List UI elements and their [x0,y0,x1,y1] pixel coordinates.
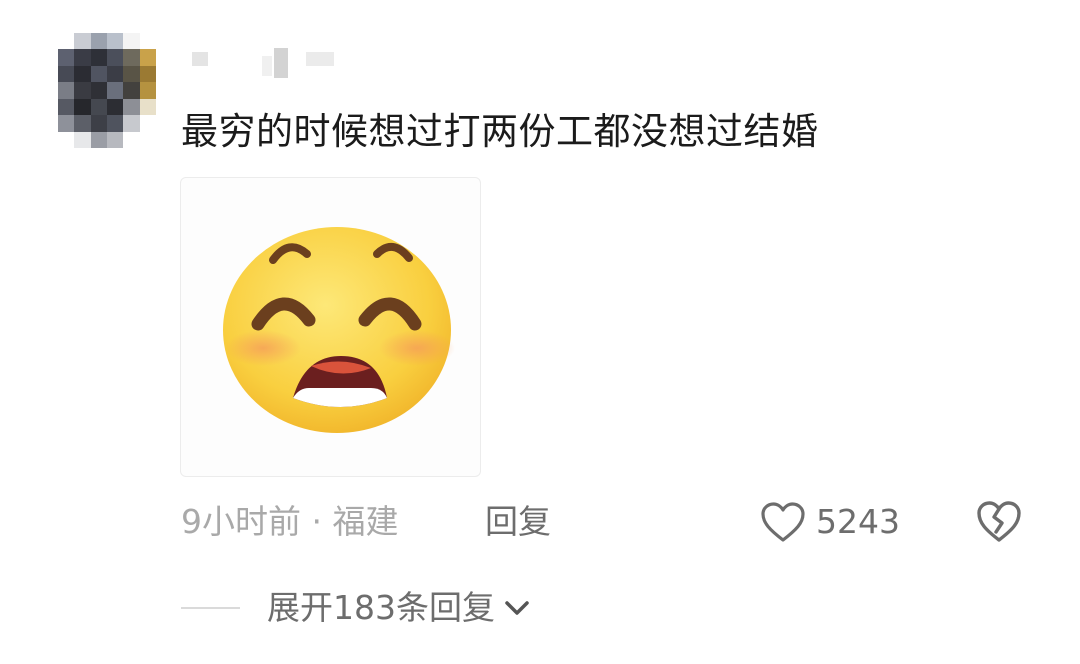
comment-item: 最穷的时候想过打两份工都没想过结婚 9小时前 · 福建 回复 5243 展开18… [0,0,1080,664]
comment-time-location: 9小时前 · 福建 [181,502,399,541]
comment-text: 最穷的时候想过打两份工都没想过结婚 [181,110,819,153]
broken-heart-icon [977,501,1021,542]
like-button[interactable]: 5243 [760,497,900,547]
expand-replies-label: 展开183条回复 [267,588,495,627]
sticker-image[interactable] [180,177,481,477]
heart-outline-icon [761,502,805,542]
grinning-face-sticker-icon [223,227,455,433]
dislike-button[interactable] [975,498,1023,546]
avatar[interactable] [58,33,156,148]
like-count: 5243 [816,502,900,541]
chevron-down-icon [505,601,529,615]
expand-replies-button[interactable]: 展开183条回复 [181,583,531,633]
divider-line [181,607,240,609]
username-censored[interactable] [190,46,340,80]
reply-button[interactable]: 回复 [485,497,551,547]
